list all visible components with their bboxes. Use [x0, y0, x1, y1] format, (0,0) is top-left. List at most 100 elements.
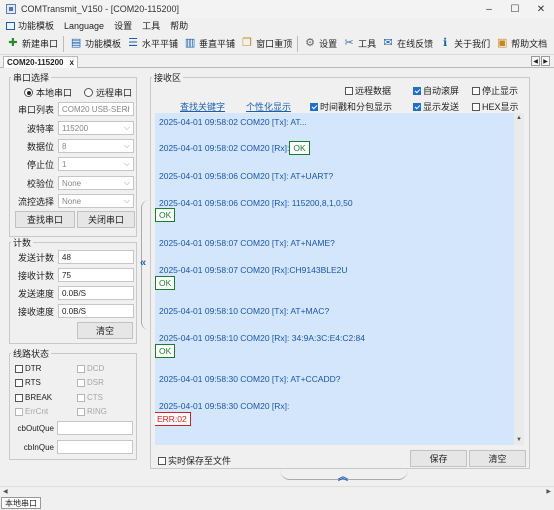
new-port-icon: ✚	[8, 37, 18, 49]
rts-label: RTS	[25, 378, 41, 387]
port-select-legend: 串口选择	[13, 73, 50, 83]
receive-scrollbar[interactable]: ▲ ▼	[514, 113, 524, 445]
bottom-panel-collapse-handle[interactable]: ︽	[280, 470, 408, 483]
receive-text-area[interactable]: 2025-04-01 09:58:02 COM20 [Tx]: AT... 20…	[155, 113, 524, 445]
log-line: 2025-04-01 09:58:10 COM20 [Rx]: 34:9A:3C…	[159, 333, 365, 343]
log-line: 2025-04-01 09:58:30 COM20 [Tx]: AT+CCADD…	[159, 374, 341, 384]
errcnt-label: ErrCnt	[25, 407, 49, 416]
chevron-double-left-icon: «	[140, 257, 147, 269]
timestamp-split-label: 时间戳和分包显示	[320, 102, 393, 112]
help-doc-button[interactable]: ▣ 帮助文档	[495, 35, 547, 53]
maximize-button[interactable]: ☐	[502, 0, 528, 18]
personalize-display-link[interactable]: 个性化显示	[246, 100, 291, 113]
log-line: OK	[155, 344, 176, 358]
log-text: 2025-04-01 09:58:30 COM20 [Rx]:	[159, 401, 290, 411]
parity-select[interactable]: None ⌵	[58, 176, 134, 190]
feedback-icon: ✉	[383, 37, 393, 49]
recv-count-value: 75	[58, 268, 134, 282]
scroll-left-icon[interactable]: ◀	[3, 488, 8, 495]
cascade-button[interactable]: ❐ 窗口重顶	[240, 35, 292, 53]
log-line: 2025-04-01 09:58:07 COM20 [Tx]: AT+NAME?	[159, 238, 335, 248]
log-line: 2025-04-01 09:58:06 COM20 [Tx]: AT+UART?	[159, 171, 333, 181]
checkbox-icon	[15, 364, 23, 373]
rts-checkbox[interactable]: RTS	[15, 378, 41, 387]
tools-icon: ✂	[344, 37, 354, 49]
info-icon: ℹ	[443, 37, 448, 49]
auto-scroll-checkbox[interactable]: 自动滚屏	[413, 84, 459, 97]
local-port-radio[interactable]: 本地串口	[24, 86, 72, 99]
tools-label: 工具	[358, 39, 377, 49]
tab-scroll-left-icon[interactable]: ◀	[531, 56, 540, 66]
template-icon: ▤	[70, 37, 82, 49]
feedback-label: 在线反馈	[397, 39, 434, 49]
menu-function-template[interactable]: 功能模板	[6, 19, 54, 32]
clear-counters-button[interactable]: 清空	[77, 322, 133, 339]
break-label: BREAK	[25, 393, 53, 402]
minimize-button[interactable]: –	[476, 0, 502, 18]
function-template-button[interactable]: ▤ 功能模板	[69, 35, 121, 53]
dtr-checkbox[interactable]: DTR	[15, 364, 41, 373]
close-window-button[interactable]: ✕	[528, 0, 554, 18]
scroll-down-icon[interactable]: ▼	[514, 435, 524, 445]
scroll-up-icon[interactable]: ▲	[514, 113, 524, 123]
checkbox-icon	[472, 86, 480, 95]
log-text: 2025-04-01 09:58:10 COM20 [Rx]: 34:9A:3C…	[159, 333, 366, 343]
stop-bits-select[interactable]: 1 ⌵	[58, 157, 134, 171]
recv-count-label: 接收计数	[17, 270, 54, 281]
log-text: 2025-04-01 09:58:07 COM20 [Tx]: AT+NAME?	[159, 238, 335, 248]
hex-display-checkbox[interactable]: HEX显示	[472, 100, 519, 113]
find-keyword-link[interactable]: 查找关键字	[180, 100, 225, 113]
chevron-down-icon: ⌵	[123, 159, 130, 168]
remote-data-checkbox[interactable]: 远程数据	[345, 84, 391, 97]
remote-port-radio[interactable]: 远程串口	[84, 86, 132, 99]
vertical-tile-button[interactable]: ▥ 垂直平铺	[183, 35, 235, 53]
feedback-button[interactable]: ✉ 在线反馈	[381, 35, 434, 53]
log-text: 2025-04-01 09:58:07 COM20 [Rx]:CH9143BLE…	[159, 265, 348, 275]
show-send-checkbox[interactable]: 显示发送	[413, 100, 459, 113]
menu-help[interactable]: 帮助	[170, 19, 188, 32]
receive-legend: 接收区	[154, 73, 182, 83]
close-port-button[interactable]: 关闭串口	[77, 211, 135, 228]
menu-language[interactable]: Language	[64, 21, 104, 31]
horizontal-scrollbar[interactable]: ◀ ▶	[0, 486, 554, 497]
horizontal-tile-label: 水平平铺	[142, 39, 179, 49]
timestamp-split-checkbox[interactable]: 时间戳和分包显示	[310, 100, 392, 113]
menu-bar: 功能模板 Language 设置 工具 帮助	[0, 18, 554, 33]
log-text: 2025-04-01 09:58:10 COM20 [Tx]: AT+MAC?	[159, 306, 330, 316]
toolbar-divider	[297, 35, 299, 52]
checkbox-icon	[472, 102, 480, 111]
tab-close-icon[interactable]: x	[69, 58, 73, 67]
new-port-button[interactable]: ✚ 新建串口	[6, 35, 58, 53]
tab-scroll-right-icon[interactable]: ▶	[541, 56, 550, 66]
clear-receive-button[interactable]: 清空	[469, 450, 526, 467]
scroll-right-icon[interactable]: ▶	[546, 488, 551, 495]
data-bits-label: 数据位	[26, 141, 54, 152]
flow-control-select[interactable]: None ⌵	[58, 194, 134, 208]
settings-button[interactable]: ⚙ 设置	[303, 35, 337, 53]
about-button[interactable]: ℹ 关于我们	[438, 35, 490, 53]
tools-button[interactable]: ✂ 工具	[342, 35, 376, 53]
status-bar: 本地串口	[0, 497, 554, 510]
tab-com20[interactable]: COM20-115200 x	[3, 56, 78, 68]
horizontal-tile-button[interactable]: ☰ 水平平铺	[126, 35, 178, 53]
port-list-select[interactable]: COM20 USB-SERI ⌵	[58, 102, 134, 116]
radio-unselected-icon	[84, 88, 93, 97]
stop-display-checkbox[interactable]: 停止显示	[472, 84, 518, 97]
save-button[interactable]: 保存	[410, 450, 467, 467]
data-bits-select[interactable]: 8 ⌵	[58, 139, 134, 153]
stop-bits-row: 停止位 1 ⌵	[14, 157, 134, 171]
left-panel-collapse-handle[interactable]: «	[137, 200, 149, 330]
checkbox-icon	[77, 364, 85, 373]
dtr-label: DTR	[25, 364, 42, 373]
log-line: 2025-04-01 09:58:02 COM20 [Tx]: AT...	[159, 117, 307, 127]
baud-rate-select[interactable]: 115200 ⌵	[58, 121, 134, 135]
menu-tools[interactable]: 工具	[142, 19, 160, 32]
break-checkbox[interactable]: BREAK	[15, 393, 52, 402]
checkbox-icon	[15, 378, 23, 387]
ok-response: OK	[289, 141, 310, 155]
show-send-label: 显示发送	[423, 102, 460, 112]
realtime-save-checkbox[interactable]: 实时保存至文件	[158, 454, 231, 467]
find-port-button[interactable]: 查找串口	[15, 211, 75, 228]
menu-settings[interactable]: 设置	[114, 19, 132, 32]
tab-label: COM20-115200	[7, 58, 64, 67]
